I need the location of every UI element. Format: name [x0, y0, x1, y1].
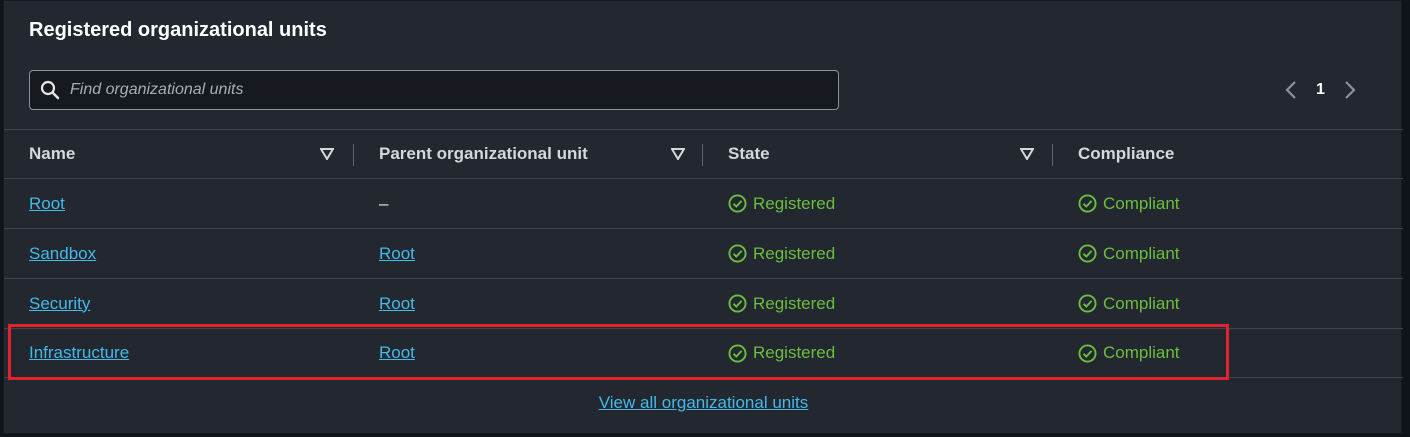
compliance-status: Compliant	[1078, 244, 1180, 264]
compliance-status: Compliant	[1078, 194, 1180, 214]
compliance-status: Compliant	[1078, 343, 1180, 363]
view-all-link[interactable]: View all organizational units	[599, 393, 808, 412]
check-circle-icon	[728, 294, 747, 313]
table-row: Root – Registered Compliant	[4, 178, 1403, 228]
state-label: Registered	[753, 343, 836, 362]
column-divider	[353, 144, 354, 166]
state-status: Registered	[728, 244, 835, 264]
compliance-status: Compliant	[1078, 294, 1180, 314]
compliance-label: Compliant	[1103, 293, 1180, 313]
state-label: Registered	[753, 293, 836, 313]
column-header-parent[interactable]: Parent organizational unit	[379, 130, 704, 178]
compliance-label: Compliant	[1103, 343, 1180, 362]
state-status: Registered	[728, 343, 835, 363]
parent-ou-link[interactable]: Root	[379, 343, 415, 363]
parent-ou-link[interactable]: Root	[379, 244, 415, 264]
parent-ou-link[interactable]: Root	[379, 294, 415, 314]
page-number[interactable]: 1	[1316, 81, 1325, 99]
check-circle-icon	[1078, 244, 1097, 263]
column-header-name[interactable]: Name	[29, 130, 354, 178]
column-header-compliance[interactable]: Compliance	[1078, 130, 1378, 178]
ou-name-link[interactable]: Root	[29, 194, 65, 214]
compliance-label: Compliant	[1103, 243, 1180, 263]
table-header: Name Parent organizational unit State Co…	[4, 129, 1403, 178]
ou-name-link[interactable]: Security	[29, 294, 90, 314]
ou-table: Name Parent organizational unit State Co…	[4, 129, 1403, 378]
chevron-right-icon[interactable]	[1343, 79, 1357, 101]
state-label: Registered	[753, 193, 836, 213]
check-circle-icon	[1078, 343, 1097, 363]
check-circle-icon	[728, 194, 747, 213]
state-status: Registered	[728, 294, 835, 314]
check-circle-icon	[728, 244, 747, 263]
state-label: Registered	[753, 243, 836, 263]
chevron-left-icon[interactable]	[1284, 79, 1298, 101]
table-footer: View all organizational units	[4, 393, 1403, 413]
compliance-label: Compliant	[1103, 193, 1180, 213]
sort-caret-icon[interactable]	[1020, 130, 1034, 178]
check-circle-icon	[728, 343, 747, 363]
check-circle-icon	[1078, 294, 1097, 313]
ou-name-link[interactable]: Sandbox	[29, 244, 96, 264]
state-status: Registered	[728, 194, 835, 214]
sort-caret-icon[interactable]	[671, 130, 685, 178]
search-box[interactable]	[29, 70, 839, 110]
pagination: 1	[1284, 75, 1357, 105]
column-header-state[interactable]: State	[728, 130, 1053, 178]
column-divider	[702, 144, 703, 166]
check-circle-icon	[1078, 194, 1097, 213]
parent-ou-empty: –	[379, 193, 389, 213]
search-icon	[30, 80, 70, 100]
sort-caret-icon[interactable]	[320, 130, 334, 178]
column-divider	[1052, 144, 1053, 166]
table-row: Sandbox Root Registered Compliant	[4, 228, 1403, 278]
registered-ous-panel: Registered organizational units 1 Name P…	[3, 0, 1403, 434]
ou-name-link[interactable]: Infrastructure	[29, 343, 129, 363]
table-row: Security Root Registered Compliant	[4, 278, 1403, 328]
table-row: Infrastructure Root Registered Compliant	[4, 328, 1403, 378]
panel-title: Registered organizational units	[29, 19, 327, 41]
search-input[interactable]	[70, 81, 838, 99]
